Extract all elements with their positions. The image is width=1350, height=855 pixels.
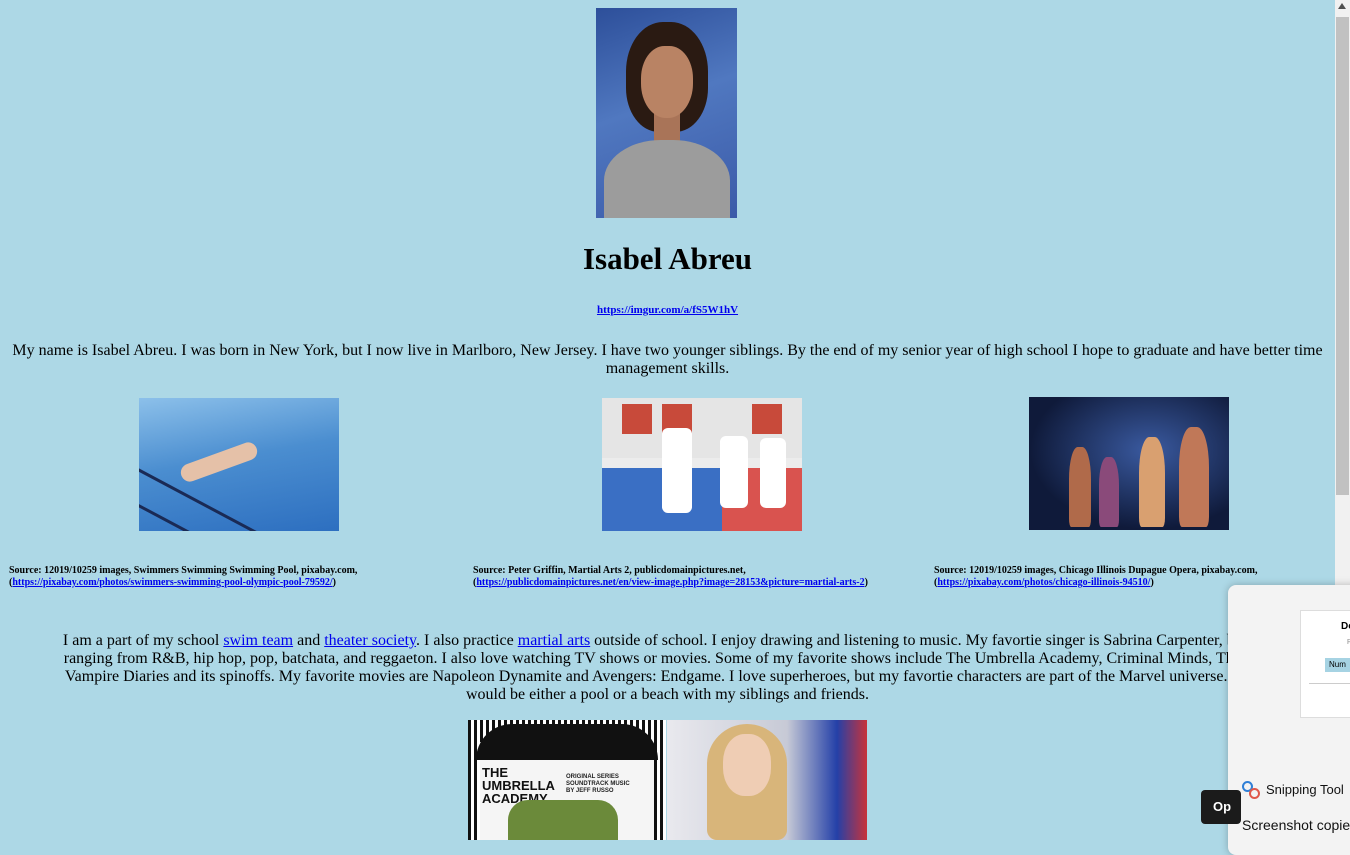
about-paragraph: I am a part of my school swim team and t… [62,632,1273,703]
poster-subtitle: ORIGINAL SERIES SOUNDTRACK MUSIC BY JEFF… [566,774,630,794]
page-title: Isabel Abreu [582,241,753,276]
notification-app-name: Snipping Tool [1266,781,1344,797]
intro-paragraph: My name is Isabel Abreu. I was born in N… [12,342,1323,377]
theater-society-link[interactable]: theater society [324,632,416,649]
source-link-opera[interactable]: https://pixabay.com/photos/chicago-illin… [937,577,1150,588]
imgur-link-container: https://imgur.com/a/fS5W1hV [0,304,1335,316]
notification-message: Screenshot copied [1242,817,1350,833]
martial-arts-photo [602,398,802,531]
open-button[interactable]: Op [1201,790,1241,824]
profile-photo [596,8,737,218]
source-link-swimming[interactable]: https://pixabay.com/photos/swimmers-swim… [12,577,332,588]
opera-photo [1029,397,1229,530]
umbrella-academy-poster: THE UMBRELLA ACADEMY ORIGINAL SERIES SOU… [468,720,666,840]
singer-photo [667,720,867,840]
page-content: Isabel Abreu https://imgur.com/a/fS5W1hV… [0,0,1335,840]
scroll-up-arrow-icon[interactable] [1338,3,1346,9]
screenshot-preview[interactable]: Do Pi Num [1300,610,1350,718]
imgur-link[interactable]: https://imgur.com/a/fS5W1hV [597,304,738,316]
scrollbar-thumb[interactable] [1336,17,1349,495]
favorites-collage: THE UMBRELLA ACADEMY ORIGINAL SERIES SOU… [468,720,867,840]
swim-team-link[interactable]: swim team [223,632,293,649]
snipping-tool-icon [1242,781,1260,799]
source-caption-swimming: Source: 12019/10259 images, Swimmers Swi… [9,565,358,588]
snipping-tool-notification[interactable]: Do Pi Num Snipping Tool Screenshot copie… [1228,585,1350,855]
source-caption-martial-arts: Source: Peter Griffin, Martial Arts 2, p… [473,565,868,588]
source-caption-opera: Source: 12019/10259 images, Chicago Illi… [934,565,1258,588]
source-link-martial-arts[interactable]: https://publicdomainpictures.net/en/view… [476,577,864,588]
swimming-photo [139,398,339,531]
notification-app: Snipping Tool [1242,781,1344,799]
martial-arts-link[interactable]: martial arts [518,632,590,649]
umbrella-icon [476,724,658,760]
